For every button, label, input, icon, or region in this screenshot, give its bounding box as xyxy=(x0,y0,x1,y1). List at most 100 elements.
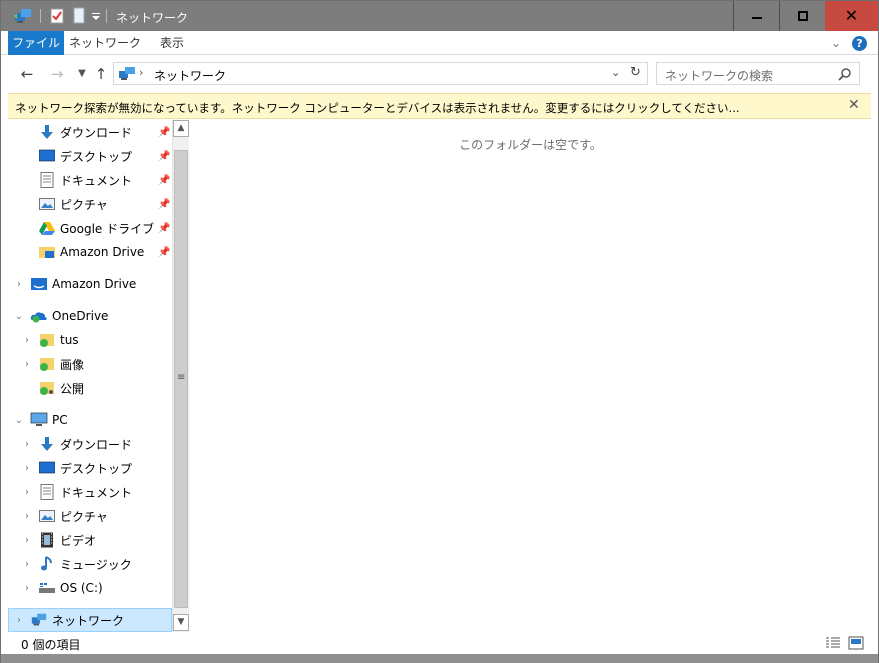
navigation-pane: ダウンロード 📌 デスクトップ 📌 ドキュメント 📌 ピクチャ 📌 Google… xyxy=(8,120,172,632)
chevron-right-icon[interactable]: › xyxy=(21,559,33,570)
google-drive-icon xyxy=(38,219,56,237)
network-discovery-infobar[interactable]: ネットワーク探索が無効になっています。ネットワーク コンピューターとデバイスは表… xyxy=(8,93,871,119)
scroll-up-button[interactable]: ▲ xyxy=(173,120,189,137)
sidebar-item-quick-desktop[interactable]: デスクトップ 📌 xyxy=(8,144,172,168)
network-icon[interactable] xyxy=(13,7,33,25)
tab-view[interactable]: 表示 xyxy=(149,31,195,55)
sidebar-item-pc-music[interactable]: › ミュージック xyxy=(8,552,172,576)
synced-folder-icon xyxy=(38,331,56,349)
shared-folder-icon xyxy=(38,379,56,397)
amazon-drive-icon xyxy=(30,275,48,293)
pin-icon[interactable]: 📌 xyxy=(158,199,170,210)
sidebar-item-amazon-drive[interactable]: › Amazon Drive xyxy=(8,272,172,296)
close-icon[interactable]: ✕ xyxy=(848,97,860,113)
file-list[interactable]: このフォルダーは空です。 xyxy=(190,120,871,632)
sidebar-item-onedrive[interactable]: ⌄ OneDrive xyxy=(8,304,172,328)
details-view-icon[interactable] xyxy=(825,636,841,653)
sidebar-item-pc-downloads[interactable]: › ダウンロード xyxy=(8,432,172,456)
new-folder-icon[interactable] xyxy=(71,7,87,25)
item-count: 0 個の項目 xyxy=(21,638,81,652)
sidebar-item-pc-os-drive[interactable]: › OS (C:) xyxy=(8,576,172,600)
minimize-button[interactable] xyxy=(733,1,779,31)
expand-ribbon-icon[interactable]: ⌄ xyxy=(831,36,841,50)
sidebar-item-onedrive-public[interactable]: 公開 xyxy=(8,376,172,400)
sidebar-item-pc-desktop[interactable]: › デスクトップ xyxy=(8,456,172,480)
up-button[interactable]: ↑ xyxy=(91,64,111,84)
sidebar-item-pc[interactable]: ⌄ PC xyxy=(8,408,172,432)
network-icon xyxy=(117,66,137,85)
pin-icon[interactable]: 📌 xyxy=(158,247,170,258)
empty-folder-message: このフォルダーは空です。 xyxy=(459,138,602,152)
chevron-right-icon[interactable]: › xyxy=(21,335,33,346)
sidebar-item-network[interactable]: › ネットワーク xyxy=(8,608,172,632)
pictures-icon xyxy=(38,507,56,525)
sidebar-item-pc-pictures[interactable]: › ピクチャ xyxy=(8,504,172,528)
address-bar[interactable]: › ネットワーク ⌄ ↻ xyxy=(113,62,648,85)
window-bottom-border xyxy=(1,654,878,663)
pin-icon[interactable]: 📌 xyxy=(158,223,170,234)
forward-arrow-icon: → xyxy=(50,65,64,83)
large-icons-view-icon[interactable] xyxy=(848,636,864,653)
chevron-right-icon[interactable]: › xyxy=(13,615,25,626)
sidebar-item-quick-pictures[interactable]: ピクチャ 📌 xyxy=(8,192,172,216)
chevron-right-icon[interactable]: › xyxy=(21,439,33,450)
search-input[interactable]: ネットワークの検索 xyxy=(656,62,860,85)
navigation-pane-scrollbar[interactable]: ▲ ≡ ▼ xyxy=(172,120,189,632)
chevron-right-icon[interactable]: › xyxy=(21,359,33,370)
breadcrumb[interactable]: ネットワーク xyxy=(154,67,226,84)
back-button[interactable]: ← xyxy=(17,64,37,84)
sidebar-item-pc-videos[interactable]: › ビデオ xyxy=(8,528,172,552)
search-placeholder: ネットワークの検索 xyxy=(665,69,774,83)
tab-file[interactable]: ファイル xyxy=(8,31,64,55)
recent-locations-button[interactable]: ▼ xyxy=(72,64,92,84)
sidebar-item-quick-documents[interactable]: ドキュメント 📌 xyxy=(8,168,172,192)
documents-icon xyxy=(38,483,56,501)
pin-icon[interactable]: 📌 xyxy=(158,175,170,186)
pin-icon[interactable]: 📌 xyxy=(158,151,170,162)
sidebar-item-quick-google-drive[interactable]: Google ドライブ 📌 xyxy=(8,216,172,240)
chevron-right-icon[interactable]: › xyxy=(21,535,33,546)
chevron-right-icon[interactable]: › xyxy=(21,583,33,594)
scroll-down-button[interactable]: ▼ xyxy=(173,614,189,631)
sidebar-item-onedrive-images[interactable]: › 画像 xyxy=(8,352,172,376)
close-button[interactable]: ✕ xyxy=(825,1,878,31)
refresh-icon[interactable]: ↻ xyxy=(630,65,641,80)
status-bar: 0 個の項目 xyxy=(1,632,878,654)
scroll-thumb[interactable]: ≡ xyxy=(174,150,188,608)
chevron-right-icon[interactable]: › xyxy=(13,279,25,290)
chevron-right-icon[interactable]: › xyxy=(21,463,33,474)
navigation-bar: ← → ▼ ↑ › ネットワーク ⌄ ↻ ネットワークの検索 xyxy=(1,56,878,92)
customize-toolbar-icon[interactable] xyxy=(91,7,101,25)
properties-icon[interactable] xyxy=(49,7,65,25)
search-icon[interactable] xyxy=(838,67,852,84)
maximize-icon xyxy=(797,11,808,21)
chevron-right-icon[interactable]: › xyxy=(21,511,33,522)
grip-icon: ≡ xyxy=(177,372,186,383)
sidebar-item-pc-documents[interactable]: › ドキュメント xyxy=(8,480,172,504)
download-icon xyxy=(38,435,56,453)
sidebar-item-quick-amazon-drive[interactable]: Amazon Drive 📌 xyxy=(8,240,172,264)
tab-network[interactable]: ネットワーク xyxy=(67,31,143,55)
minimize-icon xyxy=(751,17,762,19)
ribbon-tabs: ファイル ネットワーク 表示 ⌄ ? xyxy=(1,31,878,55)
explorer-window: ネットワーク ✕ ファイル ネットワーク 表示 ⌄ ? ← → ▼ ↑ › ネッ… xyxy=(0,0,879,663)
infobar-message[interactable]: ネットワーク探索が無効になっています。ネットワーク コンピューターとデバイスは表… xyxy=(15,100,740,116)
download-icon xyxy=(38,123,56,141)
address-history-icon[interactable]: ⌄ xyxy=(611,66,620,79)
desktop-icon xyxy=(38,147,56,165)
desktop-icon xyxy=(38,459,56,477)
chevron-down-icon[interactable]: ⌄ xyxy=(13,311,25,322)
music-icon xyxy=(38,555,56,573)
help-icon[interactable]: ? xyxy=(852,36,867,51)
breadcrumb-separator-icon[interactable]: › xyxy=(139,66,143,79)
documents-icon xyxy=(38,171,56,189)
title-bar: ネットワーク ✕ xyxy=(1,1,878,31)
close-icon: ✕ xyxy=(844,6,859,25)
sidebar-item-onedrive-tus[interactable]: › tus xyxy=(8,328,172,352)
chevron-right-icon[interactable]: › xyxy=(21,487,33,498)
sidebar-item-quick-downloads[interactable]: ダウンロード 📌 xyxy=(8,120,172,144)
forward-button[interactable]: → xyxy=(47,64,67,84)
chevron-down-icon[interactable]: ⌄ xyxy=(13,415,25,426)
pin-icon[interactable]: 📌 xyxy=(158,127,170,138)
maximize-button[interactable] xyxy=(779,1,825,31)
